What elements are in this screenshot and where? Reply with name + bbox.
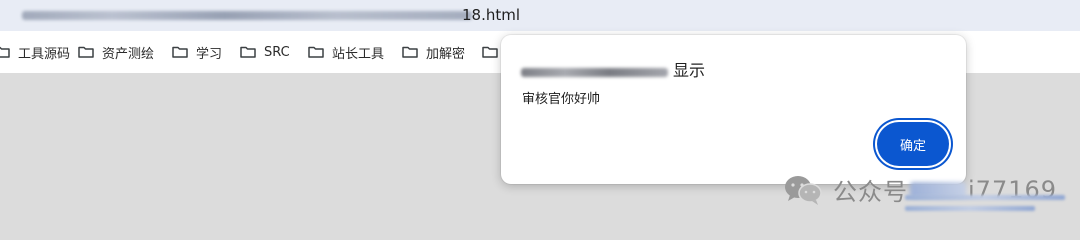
url-text: 18.html bbox=[462, 6, 521, 24]
dialog-title: 显示 bbox=[673, 61, 706, 80]
wechat-icon bbox=[783, 174, 823, 206]
bookmark-label: 学习 bbox=[196, 46, 223, 62]
watermark-text: 公众号 bbox=[833, 178, 908, 206]
folder-icon bbox=[0, 46, 10, 58]
bookmark-item[interactable]: 加解密 bbox=[402, 31, 465, 73]
folder-icon bbox=[402, 46, 418, 58]
bookmark-item[interactable]: 站长工具 bbox=[308, 31, 384, 73]
bookmark-label: 工具源码 bbox=[18, 46, 71, 62]
bookmark-item[interactable]: 资产测绘 bbox=[78, 31, 154, 73]
bookmark-label: 资产测绘 bbox=[102, 46, 155, 62]
bookmark-item[interactable]: 学习 bbox=[172, 31, 222, 73]
url-redacted bbox=[22, 11, 472, 20]
watermark-subtext-redacted bbox=[905, 195, 1073, 225]
bookmark-label: 站长工具 bbox=[332, 46, 385, 62]
folder-icon bbox=[172, 46, 188, 58]
bookmark-label: SRC bbox=[264, 44, 290, 60]
dialog-message: 审核官你好帅 bbox=[522, 92, 601, 107]
folder-icon bbox=[240, 46, 256, 58]
alert-dialog: 显示 审核官你好帅 确定 bbox=[501, 35, 966, 184]
dialog-origin-redacted bbox=[521, 68, 668, 77]
bookmark-label: 加解密 bbox=[426, 46, 466, 62]
ok-button[interactable]: 确定 bbox=[877, 122, 949, 166]
browser-window: 18.html 工具源码 资产测绘 学习 SRC 站长工具 加解密 显示 审核官… bbox=[0, 0, 1080, 230]
folder-icon bbox=[308, 46, 324, 58]
address-bar[interactable]: 18.html bbox=[0, 0, 1080, 31]
bookmark-item[interactable]: 工具源码 bbox=[0, 31, 70, 73]
folder-icon bbox=[78, 46, 94, 58]
bookmark-item[interactable]: SRC bbox=[240, 31, 290, 73]
folder-icon bbox=[482, 46, 498, 58]
